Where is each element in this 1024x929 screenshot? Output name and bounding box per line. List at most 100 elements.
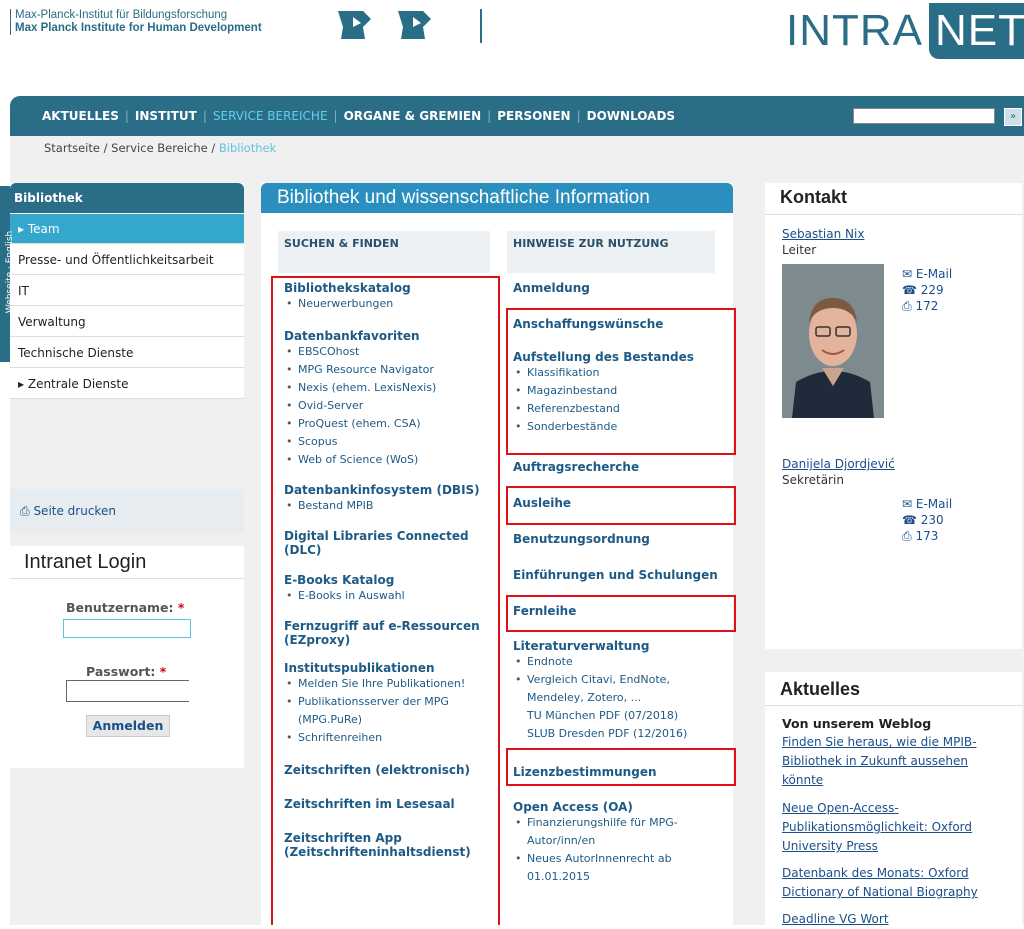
link-neuerwerbungen[interactable]: Neuerwerbungen (284, 295, 496, 313)
sidebar-item-presse[interactable]: Presse- und Öffentlichkeitsarbeit (10, 245, 244, 275)
heading-open-access[interactable]: Open Access (OA) (513, 800, 728, 814)
link-auftragsrecherche[interactable]: Auftragsrecherche (513, 460, 639, 474)
link-magazinbestand[interactable]: Magazinbestand (513, 382, 725, 400)
link-ebooks-in-auswahl[interactable]: E-Books in Auswahl (284, 587, 496, 605)
breadcrumb-home[interactable]: Startseite (44, 141, 100, 155)
language-side-tab-label: Webseite · English (5, 230, 15, 314)
contact-name[interactable]: Danijela Djordjević (782, 457, 895, 471)
link-zeitschriften-app-line2: (Zeitschrifteninhaltsdienst) (284, 845, 471, 859)
printer-icon: ⎙ (20, 504, 30, 518)
institute-name-de: Max-Planck-Institut für Bildungsforschun… (15, 9, 228, 21)
link-ausleihe[interactable]: Ausleihe (513, 496, 571, 510)
link-anschaffungswuensche[interactable]: Anschaffungswünsche (513, 317, 663, 331)
news-item[interactable]: Neue Open-Access-Publikationsmöglichkeit… (782, 799, 998, 856)
sidebar-item-verwaltung[interactable]: Verwaltung (10, 307, 244, 337)
link-ebscohost[interactable]: EBSCOhost (284, 343, 496, 361)
nav-aktuelles[interactable]: AKTUELLES (42, 109, 119, 123)
heading-datenbankfavoriten[interactable]: Datenbankfavoriten (284, 329, 496, 343)
link-vergleich[interactable]: Vergleich Citavi, EndNote, (513, 671, 728, 689)
news-item[interactable]: Finden Sie heraus, wie die MPIB-Biblioth… (782, 733, 998, 790)
link-dlc[interactable]: Digital Libraries Connected (DLC) (284, 529, 496, 557)
link-benutzungsordnung[interactable]: Benutzungsordnung (513, 532, 650, 546)
link-tu-muenchen-pdf[interactable]: TU München PDF (07/2018) (513, 707, 728, 725)
group-literaturverwaltung: Literaturverwaltung Endnote Vergleich Ci… (513, 639, 728, 743)
link-schriftenreihen[interactable]: Schriftenreihen (284, 729, 496, 747)
link-anmeldung[interactable]: Anmeldung (513, 281, 590, 295)
heading-aufstellung[interactable]: Aufstellung des Bestandes (513, 350, 725, 364)
sidebar-item-label: Zentrale Dienste (27, 377, 129, 391)
link-scopus[interactable]: Scopus (284, 433, 496, 451)
divider (765, 705, 1022, 706)
link-mpg-resource-navigator[interactable]: MPG Resource Navigator (284, 361, 496, 379)
contact-title: Kontakt (780, 187, 847, 207)
heading-institutspublikationen[interactable]: Institutspublikationen (284, 661, 496, 675)
breadcrumb-separator: / (99, 141, 112, 155)
username-field[interactable] (63, 619, 191, 638)
login-button[interactable]: Anmelden (86, 715, 170, 737)
intranet-logo[interactable]: INTRA NET (786, 2, 1024, 60)
link-melden-publikationen[interactable]: Melden Sie Ihre Publikationen! (284, 675, 496, 693)
sidebar-item-it[interactable]: IT (10, 276, 244, 306)
nav-organe-gremien[interactable]: ORGANE & GREMIEN (344, 109, 482, 123)
link-zeitschriften-elektronisch[interactable]: Zeitschriften (elektronisch) (284, 763, 496, 777)
link-publikationsserver-cont[interactable]: (MPG.PuRe) (284, 711, 496, 729)
news-item[interactable]: Deadline VG Wort (782, 910, 998, 929)
finanzierungshilfe-cont[interactable]: Autor/inn/en (513, 832, 728, 850)
link-zeitschriften-app[interactable]: Zeitschriften App (Zeitschrifteninhaltsdi… (284, 831, 496, 859)
nav-separator: | (333, 109, 338, 123)
link-lizenzbestimmungen[interactable]: Lizenzbestimmungen (513, 765, 657, 779)
contact-name[interactable]: Sebastian Nix (782, 227, 864, 241)
link-nexis[interactable]: Nexis (ehem. LexisNexis) (284, 379, 496, 397)
email-link[interactable]: ✉ E-Mail (902, 266, 952, 282)
search-input[interactable] (853, 108, 995, 124)
nav-institut[interactable]: INSTITUT (135, 109, 197, 123)
nav-service-bereiche[interactable]: SERVICE BEREICHE (213, 109, 328, 123)
email-label: E-Mail (915, 497, 953, 511)
print-page-button[interactable]: ⎙ Seite drucken (10, 489, 244, 533)
contact-role: Sekretärin (782, 473, 844, 487)
fax-number: ⎙ 173 (902, 528, 952, 544)
mpg-heads-logo-icon (338, 9, 482, 43)
link-bibliothekskatalog[interactable]: Bibliothekskatalog (284, 281, 496, 295)
nav-personen[interactable]: PERSONEN (497, 109, 570, 123)
sidebar-item-technische-dienste[interactable]: Technische Dienste (10, 338, 244, 368)
link-zeitschriften-lesesaal[interactable]: Zeitschriften im Lesesaal (284, 797, 496, 811)
link-ebooks-katalog[interactable]: E-Books Katalog (284, 573, 496, 587)
password-field[interactable] (66, 680, 189, 702)
heading-literaturverwaltung[interactable]: Literaturverwaltung (513, 639, 728, 653)
link-dbis[interactable]: Datenbankinfosystem (DBIS) (284, 483, 496, 497)
fax-value: 172 (915, 299, 939, 313)
link-web-of-science[interactable]: Web of Science (WoS) (284, 451, 496, 469)
required-marker: * (159, 664, 167, 679)
link-finanzierungshilfe[interactable]: Finanzierungshilfe für MPG- (513, 814, 728, 832)
sidebar-item-label: Team (27, 222, 60, 236)
link-einfuehrungen[interactable]: Einführungen und Schulungen (513, 568, 718, 582)
link-klassifikation[interactable]: Klassifikation (513, 364, 725, 382)
sidebar-item-zentrale-dienste[interactable]: ▸ Zentrale Dienste (10, 369, 244, 399)
autorinnenrecht-cont[interactable]: 01.01.2015 (513, 868, 728, 886)
phone-icon: ☎ (902, 513, 917, 527)
main-nav: AKTUELLES | INSTITUT | SERVICE BEREICHE | O… (42, 96, 675, 136)
link-ovid-server[interactable]: Ovid-Server (284, 397, 496, 415)
search-submit-button[interactable]: » (1004, 108, 1022, 126)
link-sonderbestaende[interactable]: Sonderbestände (513, 418, 725, 436)
intranet-logo-net: NET (929, 3, 1024, 59)
institute-name-en: Max Planck Institute for Human Developme… (15, 22, 262, 34)
breadcrumb-separator: / (207, 141, 219, 155)
news-item[interactable]: Datenbank des Monats: Oxford Dictionary … (782, 864, 998, 902)
link-bestand-mpib[interactable]: Bestand MPIB (284, 497, 496, 515)
sidebar-title[interactable]: Bibliothek (10, 183, 244, 213)
link-fernleihe[interactable]: Fernleihe (513, 604, 576, 618)
email-link[interactable]: ✉ E-Mail (902, 496, 952, 512)
link-referenzbestand[interactable]: Referenzbestand (513, 400, 725, 418)
link-autorinnenrecht[interactable]: Neues AutorInnenrecht ab (513, 850, 728, 868)
link-slub-dresden-pdf[interactable]: SLUB Dresden PDF (12/2016) (513, 725, 728, 743)
sidebar-item-team[interactable]: ▸ Team (10, 214, 244, 244)
link-endnote[interactable]: Endnote (513, 653, 728, 671)
breadcrumb-section[interactable]: Service Bereiche (111, 141, 208, 155)
nav-downloads[interactable]: DOWNLOADS (587, 109, 675, 123)
link-publikationsserver[interactable]: Publikationsserver der MPG (284, 693, 496, 711)
group-aufstellung: Aufstellung des Bestandes Klassifikation… (513, 350, 725, 436)
link-fernzugriff[interactable]: Fernzugriff auf e-Ressourcen (EZproxy) (284, 619, 496, 647)
link-proquest[interactable]: ProQuest (ehem. CSA) (284, 415, 496, 433)
